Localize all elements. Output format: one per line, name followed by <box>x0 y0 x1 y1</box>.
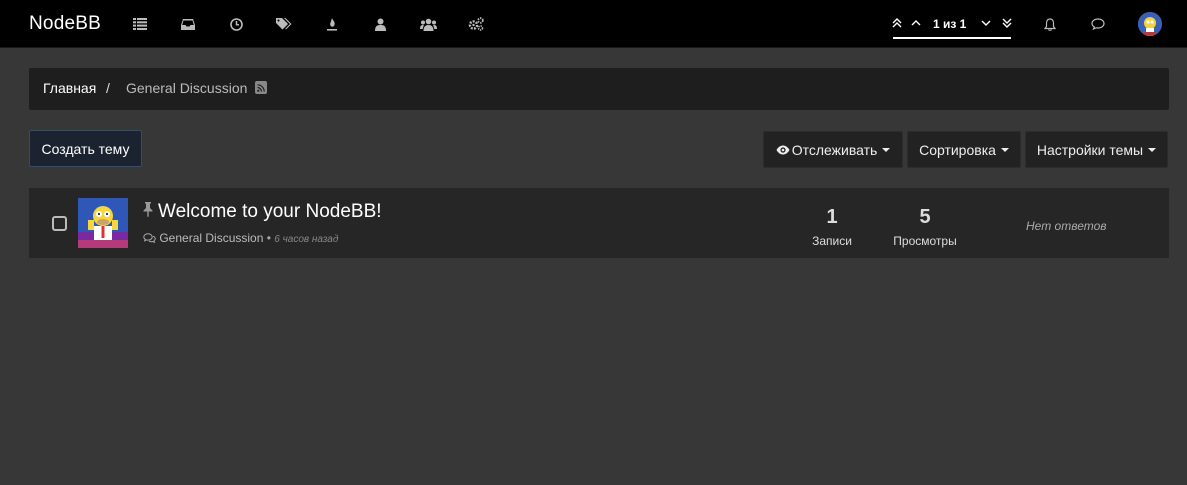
fire-icon[interactable] <box>322 14 342 34</box>
user-avatar[interactable] <box>1138 12 1162 36</box>
topic-select-checkbox[interactable] <box>52 216 67 231</box>
topic-row[interactable]: Welcome to your NodeBB! General Discussi… <box>29 188 1169 258</box>
topic-settings-label: Настройки темы <box>1036 141 1144 158</box>
users-icon[interactable] <box>418 14 438 34</box>
topic-author-avatar[interactable] <box>78 198 128 248</box>
topic-title[interactable]: Welcome to your NodeBB! <box>158 201 382 223</box>
create-topic-button[interactable]: Создать тему <box>29 130 142 167</box>
watch-dropdown-button[interactable]: Отслеживать <box>763 131 903 168</box>
eye-icon <box>776 145 790 155</box>
topic-timestamp: 6 часов назад <box>274 234 339 245</box>
topic-meta: General Discussion • 6 часов назад <box>143 231 338 246</box>
posts-label: Записи <box>812 234 852 248</box>
comments-icon <box>143 232 156 246</box>
user-icon[interactable] <box>370 14 390 34</box>
topic-settings-dropdown-button[interactable]: Настройки темы <box>1025 131 1168 168</box>
chat-icon[interactable] <box>1088 14 1108 34</box>
posts-stat: 1 Записи <box>792 206 872 248</box>
breadcrumb-home[interactable]: Главная <box>43 80 96 96</box>
last-page-icon[interactable] <box>1000 16 1014 30</box>
caret-down-icon <box>1148 147 1157 152</box>
caret-down-icon <box>882 147 891 152</box>
list-icon[interactable] <box>130 14 150 34</box>
rss-icon[interactable] <box>255 81 267 94</box>
top-navbar: NodeBB 1 из 1 <box>0 0 1187 48</box>
no-replies-text: Нет ответов <box>1026 219 1107 233</box>
pin-icon <box>142 201 154 222</box>
pagination-text[interactable]: 1 из 1 <box>933 17 966 31</box>
bell-icon[interactable] <box>1040 14 1060 34</box>
cogs-icon[interactable] <box>466 14 486 34</box>
caret-down-icon <box>1000 147 1009 152</box>
prev-page-icon[interactable] <box>909 16 923 30</box>
breadcrumb-current: General Discussion <box>126 80 248 96</box>
topic-category-link[interactable]: General Discussion <box>159 231 263 245</box>
views-count: 5 <box>919 206 931 228</box>
clock-icon[interactable] <box>226 14 246 34</box>
brand-logo[interactable]: NodeBB <box>29 13 101 35</box>
breadcrumb-separator: / <box>106 80 110 96</box>
sort-label: Сортировка <box>919 141 996 158</box>
inbox-icon[interactable] <box>178 14 198 34</box>
first-page-icon[interactable] <box>890 16 904 30</box>
views-stat: 5 Просмотры <box>885 206 965 248</box>
sort-dropdown-button[interactable]: Сортировка <box>907 131 1021 168</box>
breadcrumb: Главная / General Discussion <box>29 68 1169 110</box>
topic-pagination: 1 из 1 <box>890 11 1014 39</box>
views-label: Просмотры <box>893 234 957 248</box>
watch-label: Отслеживать <box>791 141 878 158</box>
next-page-icon[interactable] <box>979 16 993 30</box>
posts-count: 1 <box>826 206 838 228</box>
tags-icon[interactable] <box>274 14 294 34</box>
